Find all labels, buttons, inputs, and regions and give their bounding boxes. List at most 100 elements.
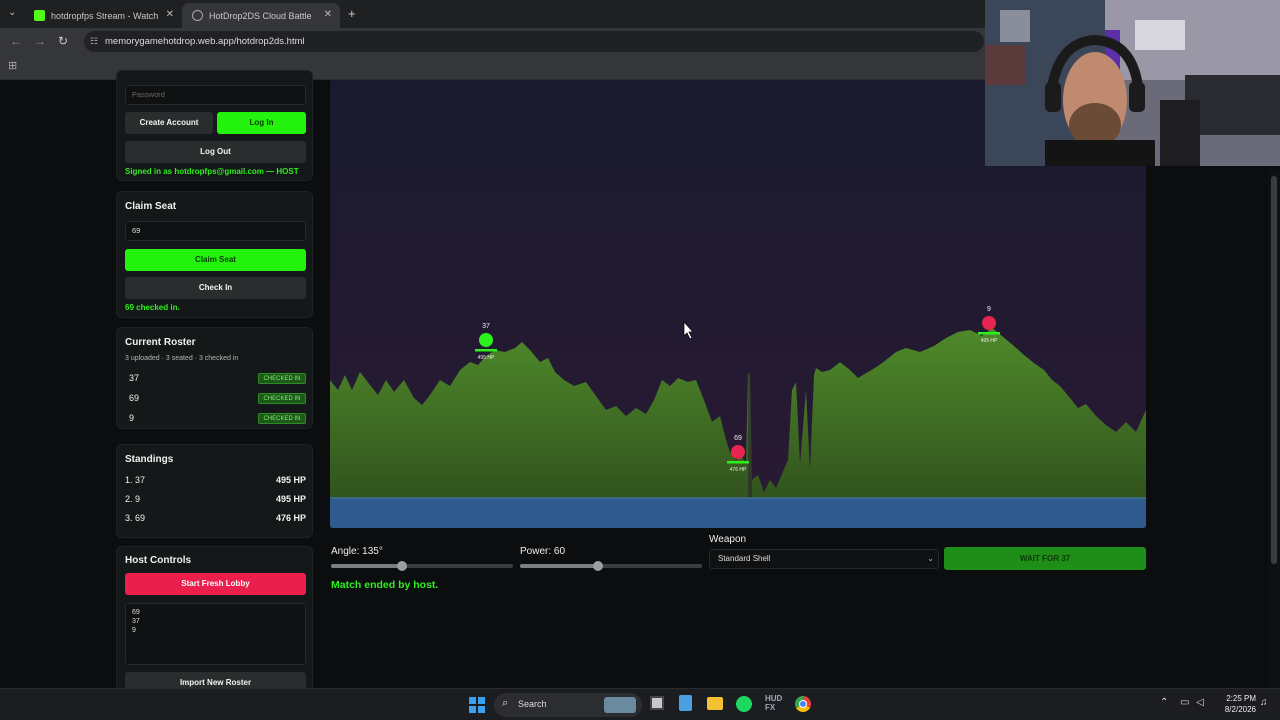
- standing-hp: 495 HP: [275, 475, 306, 485]
- network-icon[interactable]: ▭: [1180, 697, 1189, 708]
- standing-hp: 495 HP: [275, 494, 306, 504]
- power-slider[interactable]: [520, 561, 702, 571]
- notepad-icon[interactable]: [679, 695, 692, 711]
- host-controls-panel: Host Controls Start Fresh Lobby Import N…: [116, 546, 313, 696]
- roster-panel: Current Roster 3 uploaded · 3 seated · 3…: [116, 327, 313, 429]
- clock[interactable]: 2:25 PM 8/2/2026: [1212, 693, 1256, 715]
- url-text: memorygamehotdrop.web.app/hotdrop2ds.htm…: [105, 36, 305, 47]
- windows-start-icon[interactable]: [469, 697, 485, 713]
- roster-name: 9: [129, 413, 135, 423]
- taskbar-search[interactable]: ⌕ Search: [494, 693, 642, 717]
- player-tank-37: [479, 333, 493, 347]
- claim-seat-title: Claim Seat: [125, 201, 177, 212]
- webcam-overlay: [985, 0, 1280, 166]
- standing-label: 2. 9: [125, 494, 141, 504]
- chevron-down-icon: ⌄: [927, 554, 934, 563]
- new-tab-icon[interactable]: +: [348, 6, 356, 21]
- search-label: Search: [518, 699, 547, 709]
- power-slider-knob[interactable]: [593, 561, 604, 571]
- angle-label: Angle: 135°: [331, 546, 383, 557]
- roster-name: 69: [129, 393, 140, 403]
- standing-hp: 476 HP: [275, 513, 306, 523]
- notification-bell-icon[interactable]: ♫: [1260, 697, 1268, 708]
- tab-title: hotdropfps Stream - Watch Live: [51, 10, 161, 21]
- list-item: 69 CHECKED IN: [117, 390, 314, 408]
- chrome-icon[interactable]: [795, 696, 811, 712]
- check-in-button[interactable]: Check In: [125, 277, 306, 299]
- weapon-selected-value: Standard Shell: [718, 554, 771, 563]
- list-item: 9 CHECKED IN: [117, 410, 314, 428]
- weapon-select[interactable]: Standard Shell ⌄: [709, 549, 939, 569]
- tab-hotdrop[interactable]: HotDrop2DS Cloud Battle ✕: [182, 3, 340, 28]
- standing-row: 1. 37 495 HP: [125, 475, 306, 485]
- tab-title: HotDrop2DS Cloud Battle: [209, 10, 312, 21]
- log-in-button[interactable]: Log In: [217, 112, 306, 134]
- page-scrollbar[interactable]: [1268, 170, 1280, 688]
- search-highlight-image: [604, 697, 636, 713]
- host-controls-title: Host Controls: [125, 555, 192, 566]
- status-badge: CHECKED IN: [258, 393, 306, 404]
- chevron-up-icon[interactable]: ⌃: [1160, 697, 1168, 708]
- file-explorer-icon[interactable]: [707, 697, 723, 710]
- back-icon[interactable]: ←: [10, 34, 22, 48]
- clock-time: 2:25 PM: [1226, 694, 1256, 703]
- fire-button[interactable]: WAIT FOR 37: [944, 547, 1146, 570]
- clock-date: 8/2/2026: [1224, 705, 1256, 714]
- player-hp-label: 495 HP: [981, 338, 998, 344]
- standing-label: 3. 69: [125, 513, 146, 523]
- sidebar: Password Create Account Log In Log Out S…: [116, 70, 313, 696]
- player-name-label: 69: [734, 435, 742, 442]
- forward-icon[interactable]: →: [34, 34, 46, 48]
- power-slider-fill: [520, 564, 599, 568]
- weapon-label: Weapon: [709, 534, 747, 545]
- seat-input[interactable]: 69: [125, 221, 306, 241]
- create-account-button[interactable]: Create Account: [125, 112, 213, 134]
- claim-seat-panel: Claim Seat 69 Claim Seat Check In 69 che…: [116, 191, 313, 318]
- angle-slider-fill: [331, 564, 402, 568]
- tab-stream[interactable]: hotdropfps Stream - Watch Live ✕: [24, 3, 182, 28]
- close-tab-icon[interactable]: ✕: [324, 9, 332, 20]
- angle-slider[interactable]: [331, 561, 513, 571]
- player-hp-label: 495 HP: [478, 355, 495, 361]
- player-name-label: 9: [987, 306, 991, 313]
- standing-row: 2. 9 495 HP: [125, 494, 306, 504]
- player-hp-label: 476 HP: [730, 467, 747, 473]
- claim-seat-button[interactable]: Claim Seat: [125, 249, 306, 271]
- site-info-icon[interactable]: ☷: [90, 31, 98, 52]
- status-badge: CHECKED IN: [258, 413, 306, 424]
- list-item: 37 CHECKED IN: [117, 370, 314, 388]
- roster-textarea[interactable]: [125, 603, 306, 665]
- check-in-status: 69 checked in.: [125, 303, 180, 312]
- tab-list-icon[interactable]: ⌄: [8, 7, 16, 18]
- match-status: Match ended by host.: [331, 579, 439, 591]
- health-bar: [978, 332, 1000, 335]
- task-view-icon[interactable]: [650, 696, 664, 710]
- start-fresh-lobby-button[interactable]: Start Fresh Lobby: [125, 573, 306, 595]
- player-tank-69: [731, 445, 745, 459]
- password-input[interactable]: Password: [125, 85, 306, 105]
- globe-icon: [192, 10, 203, 21]
- taskbar: ⌕ Search HUD FX ⌃ ▭ ◁ 2:25 PM 8/2/2026 ♫: [0, 688, 1280, 720]
- log-out-button[interactable]: Log Out: [125, 141, 306, 163]
- account-panel: Password Create Account Log In Log Out S…: [116, 70, 313, 181]
- close-tab-icon[interactable]: ✕: [166, 9, 174, 20]
- volume-icon[interactable]: ◁: [1196, 697, 1204, 708]
- search-icon: ⌕: [502, 697, 509, 709]
- kick-icon: [34, 10, 45, 21]
- standing-label: 1. 37: [125, 475, 146, 485]
- player-tank-9: [982, 316, 996, 330]
- standing-row: 3. 69 476 HP: [125, 513, 306, 523]
- hudfx-icon[interactable]: HUD FX: [765, 694, 782, 712]
- url-bar[interactable]: ☷ memorygamehotdrop.web.app/hotdrop2ds.h…: [84, 31, 984, 52]
- angle-slider-knob[interactable]: [396, 561, 407, 571]
- webcam-image: [985, 0, 1280, 166]
- spotify-icon[interactable]: [736, 696, 752, 712]
- health-bar: [475, 349, 497, 352]
- scrollbar-thumb[interactable]: [1271, 176, 1277, 564]
- roster-title: Current Roster: [125, 337, 196, 348]
- apps-grid-icon[interactable]: ⊞: [8, 59, 17, 72]
- roster-summary: 3 uploaded · 3 seated · 3 checked in: [125, 355, 239, 362]
- chasm: [748, 372, 752, 497]
- player-name-label: 37: [482, 323, 490, 330]
- reload-icon[interactable]: ↻: [58, 34, 68, 48]
